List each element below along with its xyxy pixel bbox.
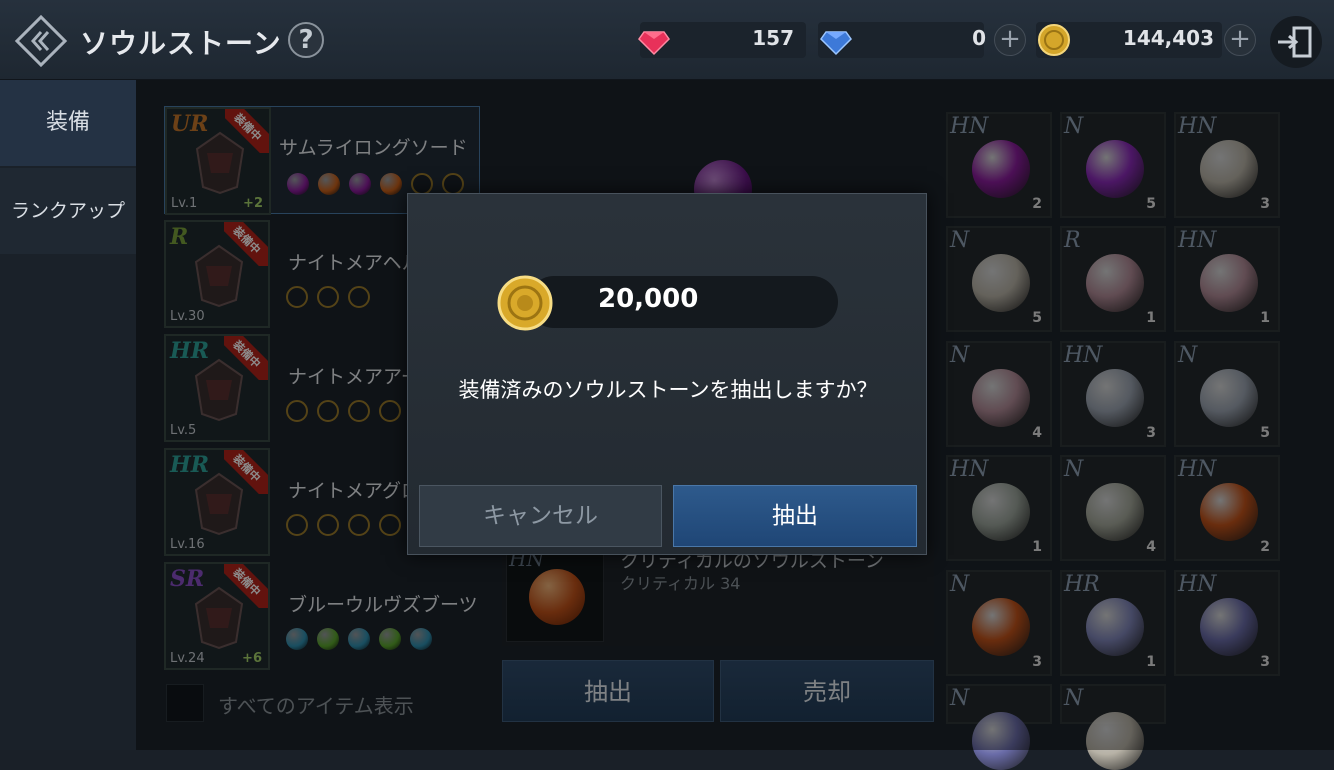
header-bar: ソウルストーン ? 157 0 + 144,403 +	[0, 0, 1334, 80]
back-diamond-icon[interactable]	[14, 14, 68, 68]
dialog-message: 装備済みのソウルストーンを抽出しますか？	[458, 378, 878, 402]
add-gold-button[interactable]: +	[1224, 24, 1256, 56]
page-title: ソウルストーン	[80, 27, 282, 60]
add-diamond-button[interactable]: +	[994, 24, 1026, 56]
gold-coin-icon	[1038, 24, 1070, 56]
ruby-gem-icon	[638, 31, 670, 56]
tab-equipment[interactable]: 装備	[0, 80, 136, 166]
gold-count: 144,403	[1122, 26, 1214, 50]
confirm-extract-button[interactable]: 抽出	[673, 485, 917, 547]
exit-door-icon[interactable]	[1270, 16, 1322, 68]
diamond-count: 0	[972, 26, 986, 50]
extract-cost: 20,000	[598, 284, 699, 314]
help-button[interactable]: ?	[288, 22, 324, 58]
tab-rank-up[interactable]: ランクアップ	[0, 168, 136, 254]
blue-diamond-icon	[820, 31, 852, 56]
ruby-count: 157	[752, 26, 794, 50]
gold-coin-icon	[497, 275, 553, 331]
cancel-button[interactable]: キャンセル	[419, 485, 662, 547]
extract-confirm-dialog: 20,000 装備済みのソウルストーンを抽出しますか？ キャンセル 抽出	[407, 193, 927, 555]
